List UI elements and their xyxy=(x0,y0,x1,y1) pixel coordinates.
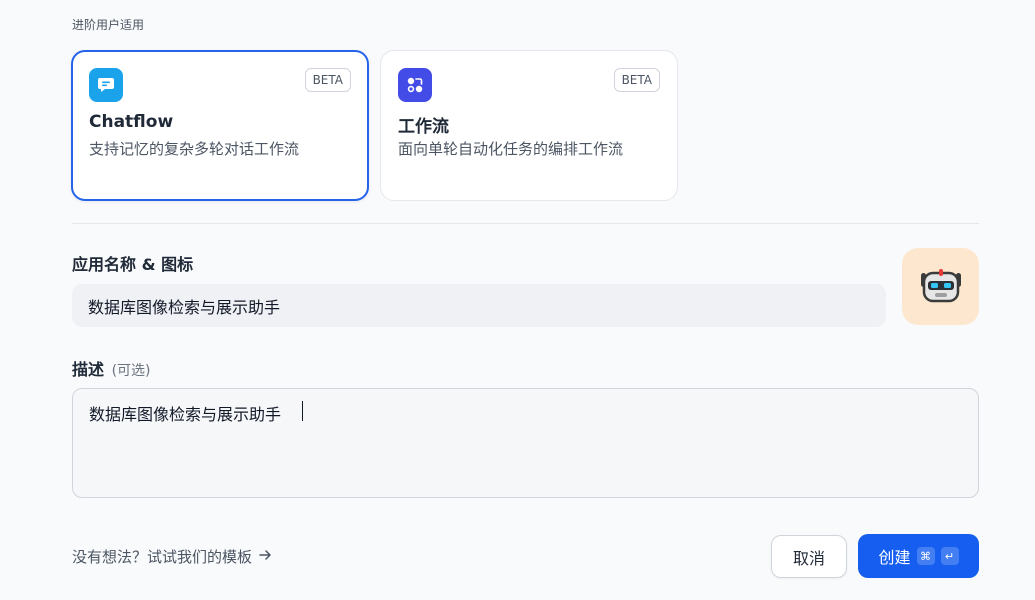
chatflow-icon xyxy=(89,68,123,102)
beta-badge: BETA xyxy=(304,68,351,92)
card-title: 工作流 xyxy=(398,117,449,137)
card-description: 面向单轮自动化任务的编排工作流 xyxy=(398,140,624,158)
description-label-text: 描述 xyxy=(72,360,105,379)
app-avatar-picker[interactable] xyxy=(902,248,979,325)
command-key-icon: ⌘ xyxy=(916,547,935,565)
cancel-button[interactable]: 取消 xyxy=(771,535,847,578)
workflow-icon xyxy=(398,68,432,102)
optional-hint: (可选) xyxy=(111,363,151,379)
arrow-right-icon xyxy=(258,548,272,566)
try-templates-label: 没有想法？试试我们的模板 xyxy=(72,548,253,566)
text-caret xyxy=(302,401,303,421)
create-button[interactable]: 创建 ⌘ ↵ xyxy=(858,534,979,578)
description-textarea[interactable]: 数据库图像检索与展示助手 xyxy=(72,388,979,498)
robot-icon xyxy=(915,259,967,315)
divider xyxy=(72,223,979,224)
app-name-input[interactable] xyxy=(72,284,886,327)
create-button-label: 创建 xyxy=(878,548,911,567)
card-title: Chatflow xyxy=(89,112,174,132)
beta-badge: BETA xyxy=(613,68,660,92)
app-type-card-workflow[interactable]: BETA 工作流 面向单轮自动化任务的编排工作流 xyxy=(380,50,678,201)
description-label: 描述 (可选) xyxy=(72,356,151,380)
enter-key-icon: ↵ xyxy=(940,547,959,565)
app-type-card-chatflow[interactable]: BETA Chatflow 支持记忆的复杂多轮对话工作流 xyxy=(71,50,369,201)
try-templates-link[interactable]: 没有想法？试试我们的模板 xyxy=(72,546,272,567)
app-name-label: 应用名称 & 图标 xyxy=(72,255,194,274)
card-description: 支持记忆的复杂多轮对话工作流 xyxy=(89,140,300,158)
section-caption: 进阶用户适用 xyxy=(72,18,145,32)
